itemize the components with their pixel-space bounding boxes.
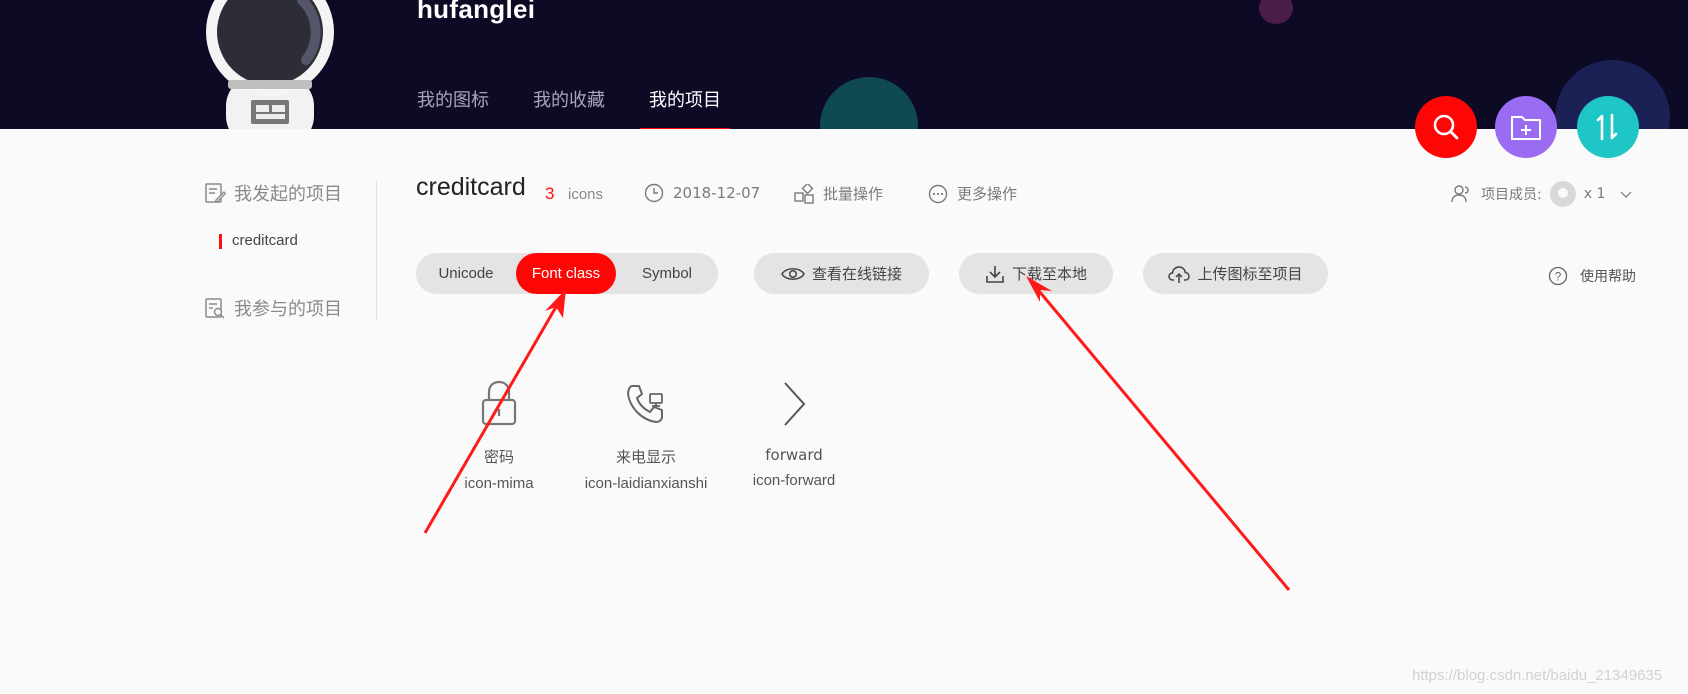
clock-icon — [644, 183, 664, 203]
upload-icons-label: 上传图标至项目 — [1197, 265, 1303, 283]
project-date: 2018-12-07 — [644, 183, 760, 203]
members-label: 项目成员: — [1481, 187, 1542, 203]
icon-code: icon-mima — [464, 475, 534, 492]
cloud-upload-icon — [1168, 265, 1191, 283]
sidebar-divider — [376, 180, 377, 320]
edit-document-icon — [205, 183, 226, 203]
view-online-link-label: 查看在线链接 — [811, 265, 902, 283]
svg-text:?: ? — [1555, 270, 1562, 284]
batch-operation-label: 批量操作 — [823, 185, 884, 203]
username: hufanglei — [417, 0, 536, 24]
more-icon — [928, 184, 948, 203]
annotation-arrow — [1026, 276, 1291, 591]
icon-card[interactable]: 来电显示 icon-laidianxianshi — [571, 375, 721, 492]
help-link[interactable]: ? 使用帮助 — [1548, 266, 1636, 286]
help-icon: ? — [1548, 266, 1568, 286]
add-project-button[interactable] — [1495, 96, 1557, 158]
icon-count: 3 — [545, 184, 555, 203]
batch-operation-button[interactable]: 批量操作 — [794, 183, 883, 204]
users-icon — [1451, 185, 1469, 203]
header-nav: 我的图标 我的收藏 我的项目 — [417, 86, 765, 129]
format-switcher: Unicode Font class Symbol — [416, 253, 718, 294]
nav-my-favorites[interactable]: 我的收藏 — [533, 86, 605, 112]
project-members[interactable]: 项目成员: x 1 — [1450, 181, 1633, 207]
search-icon — [1433, 114, 1459, 140]
tab-unicode[interactable]: Unicode — [416, 253, 516, 294]
sidebar-joined-label: 我参与的项目 — [234, 299, 342, 320]
project-title: creditcard — [416, 173, 526, 201]
members-count: x 1 — [1583, 186, 1606, 202]
lock-icon — [481, 380, 517, 426]
icon-name: 来电显示 — [615, 448, 676, 466]
eye-icon — [781, 267, 805, 280]
search-button[interactable] — [1415, 96, 1477, 158]
sidebar-started-label: 我发起的项目 — [234, 184, 342, 205]
project-date-text: 2018-12-07 — [673, 184, 761, 202]
download-label: 下载至本地 — [1011, 265, 1087, 283]
icon-card[interactable]: 密码 icon-mima — [424, 375, 574, 492]
sort-button[interactable] — [1577, 96, 1639, 158]
decoration-circle — [820, 77, 918, 129]
folder-add-icon — [1511, 116, 1541, 140]
icon-count-unit: icons — [568, 186, 604, 203]
watermark: https://blog.csdn.net/baidu_21349635 — [1412, 667, 1663, 684]
upload-icons-button[interactable]: 上传图标至项目 — [1143, 253, 1328, 294]
icon-card[interactable]: forward icon-forward — [719, 375, 869, 489]
download-button[interactable]: 下载至本地 — [959, 253, 1113, 294]
sidebar-started-projects[interactable]: 我发起的项目 — [204, 180, 342, 206]
sidebar-item-creditcard[interactable]: creditcard — [219, 232, 298, 249]
more-operation-button[interactable]: 更多操作 — [928, 183, 1017, 204]
decoration-circle — [1259, 0, 1293, 24]
help-label: 使用帮助 — [1580, 269, 1636, 285]
more-operation-label: 更多操作 — [957, 185, 1018, 203]
grid-icon — [794, 183, 814, 204]
nav-my-projects[interactable]: 我的项目 — [640, 86, 730, 129]
tab-font-class[interactable]: Font class — [516, 253, 616, 294]
download-icon — [986, 265, 1004, 283]
sort-icon — [1596, 113, 1618, 141]
sidebar-joined-projects[interactable]: 我参与的项目 — [204, 295, 342, 321]
icon-code: icon-forward — [752, 472, 836, 489]
view-online-link-button[interactable]: 查看在线链接 — [754, 253, 929, 294]
member-avatar — [1549, 181, 1576, 207]
nav-my-icons[interactable]: 我的图标 — [417, 86, 489, 112]
phone-display-icon — [627, 385, 663, 423]
tab-symbol[interactable]: Symbol — [616, 253, 718, 294]
chevron-down-icon — [1620, 191, 1632, 198]
icon-code: icon-laidianxianshi — [584, 475, 708, 492]
search-document-icon — [205, 298, 225, 319]
icon-name: 密码 — [483, 448, 514, 466]
icon-name: forward — [765, 446, 823, 464]
astronaut-avatar — [206, 0, 334, 129]
chevron-right-icon — [784, 382, 806, 426]
